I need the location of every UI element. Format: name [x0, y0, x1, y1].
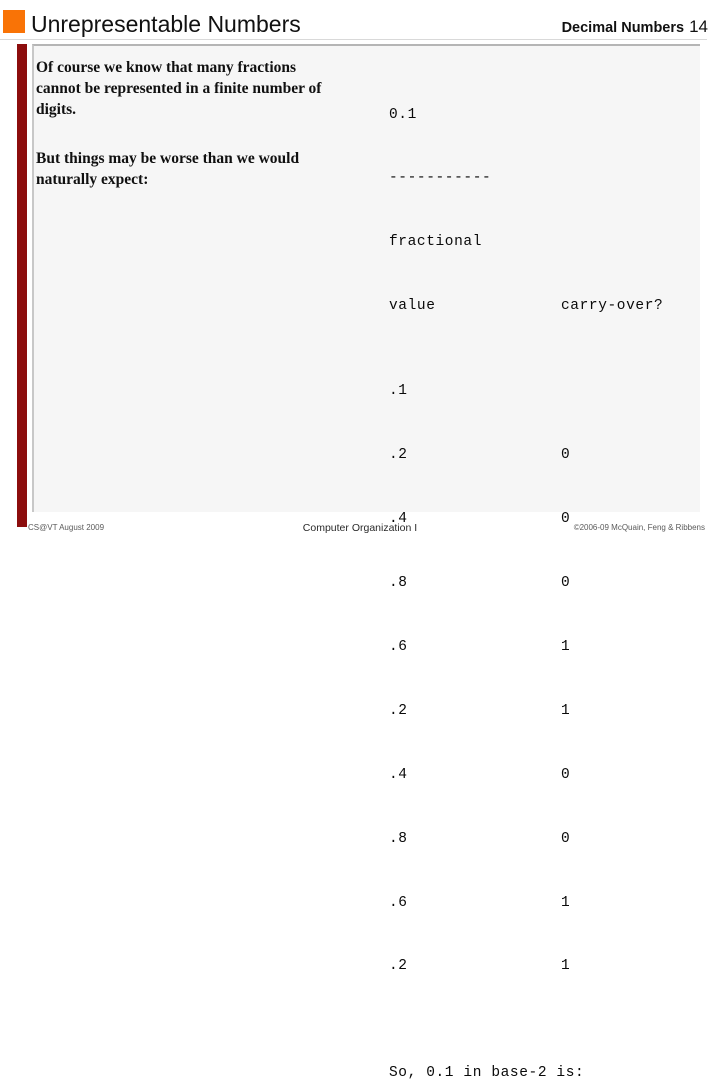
- title-square-marker: [3, 10, 25, 33]
- table-row: .2 1: [389, 701, 689, 722]
- prose-paragraph-1: Of course we know that many fractions ca…: [36, 59, 322, 118]
- code-value-header: 0.1: [389, 106, 417, 123]
- code-header-value: value: [389, 298, 436, 315]
- row-fraction: .8: [389, 575, 408, 592]
- header-divider: [0, 39, 707, 40]
- row-carry: 1: [561, 958, 571, 975]
- row-carry: 0: [561, 766, 571, 783]
- table-row: .2 1: [389, 956, 689, 977]
- row-carry: 1: [561, 894, 571, 911]
- code-conclusion: So, 0.1 in base-2 is:: [389, 1064, 585, 1080]
- table-row: .8 0: [389, 829, 689, 850]
- prose-column: Of course we know that many fractions ca…: [36, 57, 336, 190]
- header-right-group: Decimal Numbers 14: [562, 17, 708, 37]
- table-row: .4 0: [389, 765, 689, 786]
- table-row: .8 0: [389, 573, 689, 594]
- row-fraction: .4: [389, 766, 408, 783]
- code-column-label-fractional: fractional: [389, 234, 483, 251]
- row-carry: 0: [561, 447, 571, 464]
- row-fraction: .8: [389, 830, 408, 847]
- page-title: Unrepresentable Numbers: [31, 11, 301, 37]
- table-row: .2 0: [389, 445, 689, 466]
- slide: Unrepresentable Numbers Decimal Numbers 1…: [0, 0, 720, 1080]
- row-fraction: .2: [389, 447, 408, 464]
- header-subject-label: Decimal Numbers: [561, 20, 685, 36]
- table-row: .6 1: [389, 637, 689, 658]
- row-carry: 0: [561, 830, 571, 847]
- slide-footer: CS@VT August 2009 Computer Organization …: [0, 518, 720, 540]
- code-column-headers: value carry-over?: [389, 296, 689, 317]
- row-fraction: .6: [389, 894, 408, 911]
- code-divider: -----------: [389, 170, 492, 187]
- table-row: .6 1: [389, 893, 689, 914]
- row-fraction: .2: [389, 958, 408, 975]
- slide-number: 14: [689, 17, 708, 36]
- prose-paragraph-2: But things may be worse than we would na…: [36, 150, 300, 188]
- slide-header: Unrepresentable Numbers Decimal Numbers 1…: [0, 0, 720, 40]
- row-fraction: .2: [389, 702, 408, 719]
- table-row: .1: [389, 381, 689, 402]
- code-column: 0.1 ----------- fractional value carry-o…: [389, 62, 689, 1080]
- row-carry: 0: [561, 575, 571, 592]
- row-carry: 1: [561, 639, 571, 656]
- code-header-carry: carry-over?: [561, 298, 664, 315]
- row-fraction: .1: [389, 383, 408, 400]
- left-accent-bar: [17, 44, 27, 518]
- footer-right-text: ©2006-09 McQuain, Feng & Ribbens: [573, 523, 705, 532]
- row-carry: 1: [561, 702, 571, 719]
- row-fraction: .6: [389, 639, 408, 656]
